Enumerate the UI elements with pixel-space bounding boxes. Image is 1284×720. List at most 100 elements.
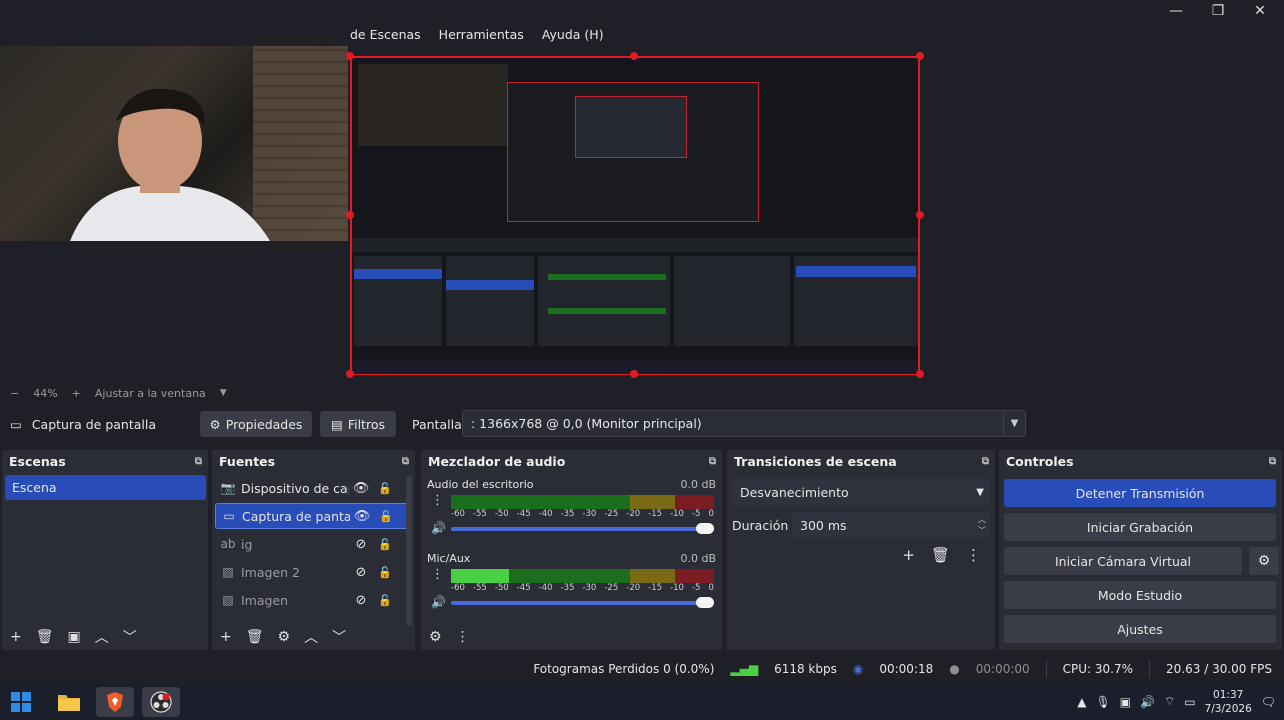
lock-icon[interactable]: 🔓 <box>373 594 397 607</box>
volume-icon[interactable]: 🔊 <box>1140 695 1155 709</box>
obs-studio-icon[interactable] <box>142 687 180 717</box>
minimize-button[interactable]: — <box>1154 0 1198 22</box>
sources-scrollbar[interactable] <box>406 476 412 626</box>
gear-icon[interactable]: ⚙ <box>1249 547 1279 575</box>
camera-icon[interactable]: ▣ <box>1120 695 1131 709</box>
menu-help[interactable]: Ayuda (H) <box>540 27 606 42</box>
resize-handle[interactable] <box>630 370 638 378</box>
more-icon[interactable]: ⋮ <box>431 567 444 582</box>
settings-button[interactable]: Ajustes <box>1004 615 1276 643</box>
maximize-button[interactable]: ❐ <box>1196 0 1240 22</box>
filter-icon: ▤ <box>331 416 343 432</box>
fit-window-label[interactable]: Ajustar a la ventana <box>95 387 206 400</box>
file-explorer-icon[interactable] <box>50 687 88 717</box>
start-recording-button[interactable]: Iniciar Grabación <box>1004 513 1276 541</box>
trash-icon[interactable]: 🗑 <box>246 629 264 645</box>
source-item[interactable]: ▭ Captura de pantalla 👁 🔓 <box>215 503 412 529</box>
gear-icon[interactable]: ⚙ <box>429 629 442 645</box>
eye-off-icon[interactable]: ⊘ <box>349 593 373 608</box>
transition-select[interactable]: Desvanecimiento ▼ <box>732 478 990 506</box>
undock-icon[interactable]: ⧉ <box>1269 456 1276 467</box>
clock[interactable]: 01:37 7/3/2026 <box>1205 688 1252 716</box>
add-icon[interactable]: + <box>10 629 22 645</box>
resize-handle[interactable] <box>346 211 354 219</box>
scene-item[interactable]: Escena <box>5 475 206 500</box>
stop-streaming-button[interactable]: Detener Transmisión <box>1004 479 1276 507</box>
more-icon[interactable]: ⋮ <box>431 493 444 508</box>
display-select[interactable]: : 1366x768 @ 0,0 (Monitor principal) ▼ <box>462 410 1026 437</box>
screen-capture-preview[interactable] <box>350 56 920 375</box>
resize-handle[interactable] <box>346 370 354 378</box>
chevron-up-icon[interactable]: ︿ <box>304 627 318 647</box>
meter-level <box>451 569 509 583</box>
start-virtual-camera-button[interactable]: Iniciar Cámara Virtual <box>1004 547 1242 575</box>
volume-slider-handle[interactable] <box>696 523 714 534</box>
resize-handle[interactable] <box>630 52 638 60</box>
brave-browser-icon[interactable] <box>96 687 134 717</box>
transition-tools: + 🗑 ⋮ <box>902 546 981 564</box>
lock-icon[interactable]: 🔓 <box>374 510 398 523</box>
speaker-icon[interactable]: 🔊 <box>431 521 446 535</box>
trash-icon[interactable]: 🗑 <box>931 546 950 564</box>
meter-tick-label: -30 <box>582 583 597 593</box>
lock-icon[interactable]: 🔓 <box>373 482 397 495</box>
zoom-in-button[interactable]: + <box>72 387 81 400</box>
chevron-up-icon[interactable]: ▲ <box>1077 695 1086 709</box>
meter-tick-label: -45 <box>516 583 531 593</box>
eye-icon[interactable]: 👁 <box>349 481 373 496</box>
source-item[interactable]: ab ig ⊘ 🔓 <box>215 531 412 557</box>
menu-scene-collection[interactable]: de Escenas <box>348 27 423 42</box>
studio-mode-button[interactable]: Modo Estudio <box>1004 581 1276 609</box>
more-icon[interactable]: ⋮ <box>456 629 470 645</box>
speaker-icon[interactable]: 🔊 <box>431 595 446 609</box>
chevron-down-icon[interactable]: ﹀ <box>123 627 137 647</box>
meter-tick-label: -5 <box>691 583 701 593</box>
eye-off-icon[interactable]: ⊘ <box>349 537 373 552</box>
lock-icon[interactable]: 🔓 <box>373 538 397 551</box>
undock-icon[interactable]: ⧉ <box>982 456 989 467</box>
microphone-icon[interactable]: 🎙 <box>1095 695 1110 709</box>
eye-icon[interactable]: 👁 <box>350 509 374 524</box>
resize-handle[interactable] <box>346 52 354 60</box>
duration-input[interactable]: 300 ms ︿ ﹀ <box>792 512 990 538</box>
source-item[interactable]: ▨ Imagen 2 ⊘ 🔓 <box>215 559 412 585</box>
volume-slider[interactable] <box>451 601 706 605</box>
menu-bar: de Escenas Herramientas Ayuda (H) <box>348 22 606 46</box>
trash-icon[interactable]: 🗑 <box>36 629 54 645</box>
add-icon[interactable]: + <box>220 629 232 645</box>
eye-off-icon[interactable]: ⊘ <box>349 565 373 580</box>
more-icon[interactable]: ⋮ <box>966 546 981 564</box>
duration-spinner[interactable]: ︿ ﹀ <box>978 514 986 536</box>
obs-window: — ❐ ✕ de Escenas Herramientas Ayuda (H) <box>0 0 1284 720</box>
source-item[interactable]: ▨ Imagen ⊘ 🔓 <box>215 587 412 613</box>
add-icon[interactable]: + <box>902 546 915 564</box>
selected-source-name: Captura de pantalla <box>31 416 157 432</box>
undock-icon[interactable]: ⧉ <box>709 456 716 467</box>
zoom-out-button[interactable]: − <box>10 387 19 400</box>
notification-icon[interactable]: 🗨 <box>1261 695 1276 709</box>
battery-icon[interactable]: ▭ <box>1184 695 1195 709</box>
undock-icon[interactable]: ⧉ <box>195 456 202 467</box>
chevron-up-icon[interactable]: ︿ <box>95 627 109 647</box>
menu-tools[interactable]: Herramientas <box>437 27 526 42</box>
chevron-down-icon[interactable]: ﹀ <box>332 627 346 647</box>
filter-icon[interactable]: ▣ <box>68 629 81 645</box>
resize-handle[interactable] <box>916 211 924 219</box>
undock-icon[interactable]: ⧉ <box>402 456 409 467</box>
meter-tick-label: -5 <box>691 509 701 519</box>
windows-start-icon[interactable] <box>2 687 40 717</box>
resize-handle[interactable] <box>916 52 924 60</box>
chevron-down-icon[interactable]: ▼ <box>220 388 227 398</box>
volume-slider-handle[interactable] <box>696 597 714 608</box>
source-item[interactable]: 📷 Dispositivo de capt 👁 🔓 <box>215 475 412 501</box>
chevron-down-icon[interactable]: ▼ <box>1003 411 1025 436</box>
gear-icon[interactable]: ⚙ <box>278 629 291 645</box>
close-button[interactable]: ✕ <box>1238 0 1282 22</box>
filters-button[interactable]: ▤ Filtros <box>320 411 396 437</box>
preview-canvas[interactable] <box>0 46 1284 382</box>
resize-handle[interactable] <box>916 370 924 378</box>
wifi-icon[interactable]: ⌔ <box>1164 694 1175 709</box>
volume-slider[interactable] <box>451 527 706 531</box>
properties-button[interactable]: ⚙ Propiedades <box>200 411 312 437</box>
lock-icon[interactable]: 🔓 <box>373 566 397 579</box>
